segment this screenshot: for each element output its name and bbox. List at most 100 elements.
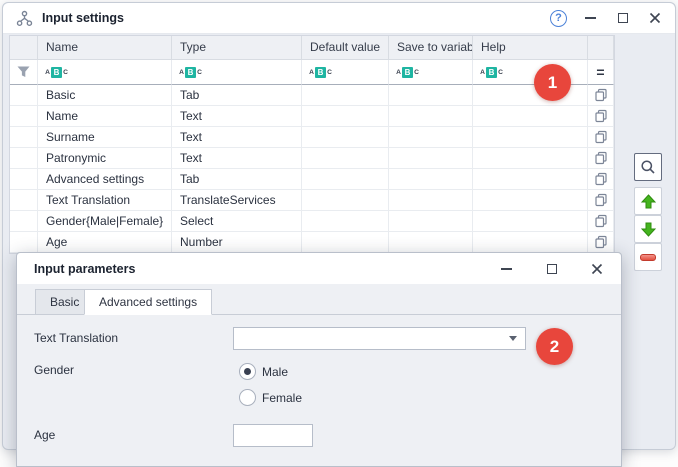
table-row[interactable]: Basic Tab — [10, 85, 614, 106]
cell-save-to-variable[interactable] — [389, 232, 473, 253]
cell-name[interactable]: Patronymic — [38, 148, 172, 169]
table-row[interactable]: Surname Text — [10, 127, 614, 148]
minimize-button[interactable] — [582, 10, 599, 27]
cell-type[interactable]: Text — [172, 106, 302, 127]
tab-advanced-settings[interactable]: Advanced settings — [84, 289, 212, 315]
cell-save-to-variable[interactable] — [389, 190, 473, 211]
column-header-type[interactable]: Type — [172, 36, 302, 60]
search-button[interactable] — [634, 153, 662, 181]
table-row[interactable]: Name Text — [10, 106, 614, 127]
cell-name[interactable]: Name — [38, 106, 172, 127]
grid-filter-row: ABC ABC ABC ABC ABC = — [10, 60, 614, 85]
cell-type[interactable]: Tab — [172, 169, 302, 190]
cell-type[interactable]: Text — [172, 127, 302, 148]
copy-icon[interactable] — [588, 85, 614, 106]
radio-female[interactable] — [239, 389, 256, 406]
cell-type[interactable]: TranslateServices — [172, 190, 302, 211]
cell-name[interactable]: Gender{Male|Female} — [38, 211, 172, 232]
gender-option-female[interactable]: Female — [239, 389, 302, 406]
cell-help[interactable] — [473, 85, 588, 106]
cell-save-to-variable[interactable] — [389, 169, 473, 190]
node-tree-icon — [16, 10, 33, 27]
row-gutter — [10, 148, 38, 169]
green-arrow-down-icon — [641, 222, 656, 237]
cell-save-to-variable[interactable] — [389, 211, 473, 232]
copy-icon[interactable] — [588, 106, 614, 127]
cell-type[interactable]: Select — [172, 211, 302, 232]
magnifier-icon — [640, 159, 656, 175]
cell-help[interactable] — [473, 127, 588, 148]
copy-icon[interactable] — [588, 127, 614, 148]
remove-button[interactable] — [634, 243, 662, 271]
cell-name[interactable]: Text Translation — [38, 190, 172, 211]
cell-help[interactable] — [473, 148, 588, 169]
maximize-button[interactable] — [614, 10, 631, 27]
step-badge-1: 1 — [534, 64, 571, 101]
cell-save-to-variable[interactable] — [389, 148, 473, 169]
column-header-save-to-variable[interactable]: Save to variable — [389, 36, 473, 60]
copy-icon[interactable] — [588, 169, 614, 190]
cell-default-value[interactable] — [302, 127, 389, 148]
cell-default-value[interactable] — [302, 85, 389, 106]
close-button[interactable] — [646, 10, 663, 27]
help-icon[interactable]: ? — [550, 10, 567, 27]
dialog-titlebar: Input parameters — [17, 253, 621, 284]
cell-save-to-variable[interactable] — [389, 85, 473, 106]
cell-type[interactable]: Text — [172, 148, 302, 169]
filter-input-type[interactable]: ABC — [172, 60, 302, 85]
filter-input-save-to-variable[interactable]: ABC — [389, 60, 473, 85]
column-header-help[interactable]: Help — [473, 36, 588, 60]
move-up-button[interactable] — [634, 187, 662, 215]
cell-default-value[interactable] — [302, 190, 389, 211]
cell-help[interactable] — [473, 190, 588, 211]
cell-save-to-variable[interactable] — [389, 127, 473, 148]
grid-body: Basic Tab Name Text — [10, 85, 614, 253]
column-header-default-value[interactable]: Default value — [302, 36, 389, 60]
copy-icon[interactable] — [588, 211, 614, 232]
cell-name[interactable]: Surname — [38, 127, 172, 148]
table-row[interactable]: Text Translation TranslateServices — [10, 190, 614, 211]
funnel-icon[interactable] — [10, 60, 38, 85]
dialog-minimize-button[interactable] — [498, 260, 515, 277]
table-row[interactable]: Advanced settings Tab — [10, 169, 614, 190]
cell-type[interactable]: Tab — [172, 85, 302, 106]
filter-input-name[interactable]: ABC — [38, 60, 172, 85]
cell-name[interactable]: Age — [38, 232, 172, 253]
cell-default-value[interactable] — [302, 106, 389, 127]
gender-option-male[interactable]: Male — [239, 363, 288, 380]
text-translation-dropdown[interactable] — [233, 327, 526, 350]
age-input[interactable] — [233, 424, 313, 447]
cell-default-value[interactable] — [302, 148, 389, 169]
cell-default-value[interactable] — [302, 169, 389, 190]
equals-icon[interactable]: = — [588, 60, 614, 85]
cell-help[interactable] — [473, 169, 588, 190]
cell-default-value[interactable] — [302, 232, 389, 253]
cell-help[interactable] — [473, 211, 588, 232]
cell-name[interactable]: Basic — [38, 85, 172, 106]
table-row[interactable]: Patronymic Text — [10, 148, 614, 169]
cell-type[interactable]: Number — [172, 232, 302, 253]
column-header-name[interactable]: Name — [38, 36, 172, 60]
row-gutter — [10, 190, 38, 211]
copy-icon[interactable] — [588, 232, 614, 253]
green-arrow-up-icon — [641, 194, 656, 209]
red-minus-icon — [640, 254, 656, 261]
titlebar: Input settings ? — [3, 3, 675, 34]
radio-male[interactable] — [239, 363, 256, 380]
filter-input-default-value[interactable]: ABC — [302, 60, 389, 85]
cell-default-value[interactable] — [302, 211, 389, 232]
dialog-maximize-button[interactable] — [543, 260, 560, 277]
dialog-close-button[interactable] — [588, 260, 605, 277]
copy-icon[interactable] — [588, 190, 614, 211]
cell-name[interactable]: Advanced settings — [38, 169, 172, 190]
radio-male-label: Male — [262, 365, 288, 379]
copy-icon[interactable] — [588, 148, 614, 169]
table-row[interactable]: Gender{Male|Female} Select — [10, 211, 614, 232]
gender-label: Gender — [34, 359, 74, 382]
cell-help[interactable] — [473, 106, 588, 127]
table-row[interactable]: Age Number — [10, 232, 614, 253]
move-down-button[interactable] — [634, 215, 662, 243]
cell-save-to-variable[interactable] — [389, 106, 473, 127]
cell-help[interactable] — [473, 232, 588, 253]
row-gutter — [10, 232, 38, 253]
